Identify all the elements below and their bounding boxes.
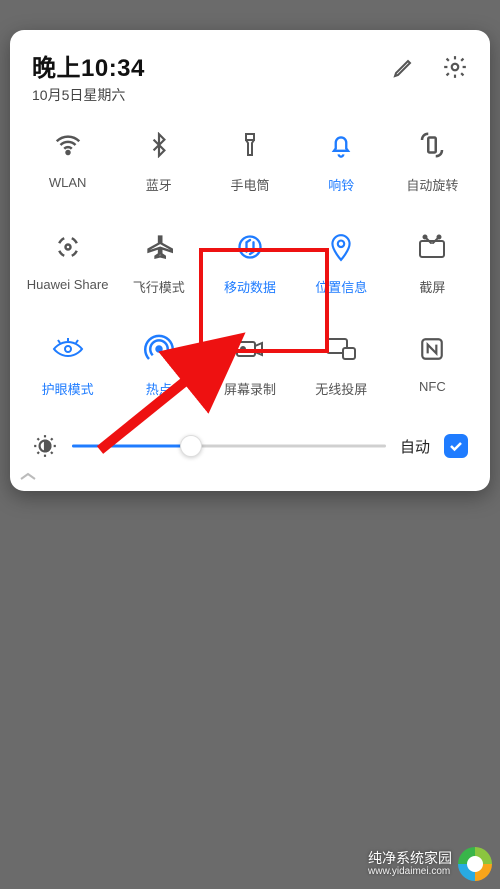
brightness-slider[interactable] (72, 434, 386, 458)
gear-icon[interactable] (442, 54, 468, 80)
wifi-icon (52, 129, 84, 161)
tile-label: 飞行模式 (133, 277, 185, 296)
panel-header: 晚上10:34 10月5日星期六 (18, 48, 482, 111)
watermark: 纯净系统家园 www.yidaimei.com (368, 847, 492, 881)
tile-mobiledata[interactable]: 移动数据 (204, 231, 295, 307)
auto-brightness-label: 自动 (400, 436, 430, 457)
quick-settings-panel: 晚上10:34 10月5日星期六 WLAN 蓝牙 (10, 30, 490, 491)
tile-label: 无线投屏 (315, 379, 367, 398)
tile-ring[interactable]: 响铃 (296, 129, 387, 205)
brightness-icon (32, 433, 58, 459)
tile-cast[interactable]: 无线投屏 (296, 333, 387, 409)
tile-nfc[interactable]: NFC (387, 333, 478, 409)
clock-time: 晚上10:34 (32, 48, 392, 83)
tile-label: 移动数据 (224, 277, 276, 296)
brightness-row: 自动 (18, 419, 482, 465)
bluetooth-icon (143, 129, 175, 161)
screenshot-icon (416, 231, 448, 263)
tile-label: 蓝牙 (146, 175, 172, 194)
collapse-handle[interactable] (18, 465, 482, 481)
tile-flashlight[interactable]: 手电筒 (204, 129, 295, 205)
tile-record[interactable]: 屏幕录制 (204, 333, 295, 409)
tile-label: WLAN (49, 175, 87, 190)
clock-date: 10月5日星期六 (32, 85, 392, 105)
cast-icon (325, 333, 357, 365)
tile-rotate[interactable]: 自动旋转 (387, 129, 478, 205)
tile-label: 热点 (146, 379, 172, 398)
tile-eyecomfort[interactable]: 护眼模式 (22, 333, 113, 409)
hotspot-icon (143, 333, 175, 365)
tiles-grid: WLAN 蓝牙 手电筒 响铃 自动旋转 (18, 111, 482, 419)
watermark-logo-icon (458, 847, 492, 881)
share-icon (52, 231, 84, 263)
nfc-icon (416, 333, 448, 365)
tile-label: 护眼模式 (42, 379, 94, 398)
tile-hotspot[interactable]: 热点 (113, 333, 204, 409)
watermark-title: 纯净系统家园 (368, 851, 452, 866)
tile-bluetooth[interactable]: 蓝牙 (113, 129, 204, 205)
location-icon (325, 231, 357, 263)
tile-label: 屏幕录制 (224, 379, 276, 398)
tile-wlan[interactable]: WLAN (22, 129, 113, 205)
tile-location[interactable]: 位置信息 (296, 231, 387, 307)
tile-label: 响铃 (328, 175, 354, 194)
record-icon (234, 333, 266, 365)
tile-huaweishare[interactable]: Huawei Share (22, 231, 113, 307)
airplane-icon (143, 231, 175, 263)
watermark-url: www.yidaimei.com (368, 866, 452, 877)
bell-icon (325, 129, 357, 161)
tile-label: Huawei Share (27, 277, 109, 292)
tile-label: 位置信息 (315, 277, 367, 296)
rotate-icon (416, 129, 448, 161)
auto-brightness-checkbox[interactable] (444, 434, 468, 458)
eye-icon (52, 333, 84, 365)
tile-airplane[interactable]: 飞行模式 (113, 231, 204, 307)
tile-label: NFC (419, 379, 446, 394)
tile-label: 自动旋转 (406, 175, 458, 194)
tile-label: 截屏 (419, 277, 445, 296)
edit-icon[interactable] (392, 55, 416, 79)
clock-block[interactable]: 晚上10:34 10月5日星期六 (32, 48, 392, 105)
tile-screenshot[interactable]: 截屏 (387, 231, 478, 307)
tile-label: 手电筒 (230, 175, 269, 194)
flashlight-icon (234, 129, 266, 161)
data-icon (234, 231, 266, 263)
